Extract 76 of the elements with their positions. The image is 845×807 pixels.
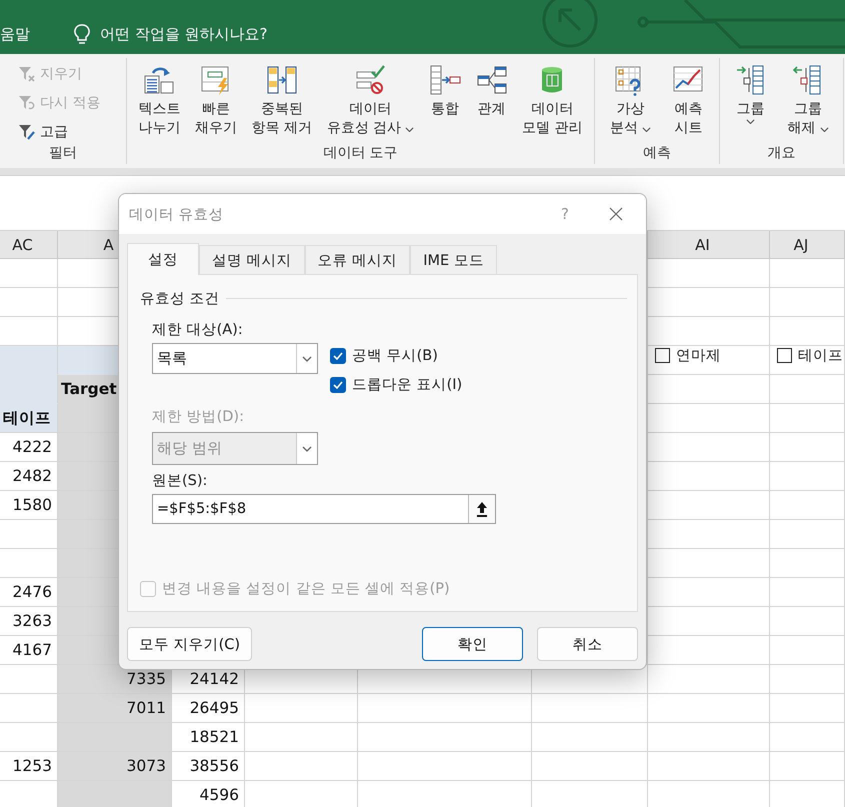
ribbon-button[interactable]: 가상 분석 (606, 60, 654, 138)
group-title: 유효성 조건 (140, 290, 220, 308)
group-label: 데이터 도구 (322, 144, 399, 163)
source-field[interactable]: =$F$5:$F$8 (152, 494, 496, 524)
ribbon-button[interactable]: 텍스트 나누기 (135, 60, 184, 138)
clear-filter-icon (18, 65, 36, 83)
cell-text: 24142 (190, 670, 239, 688)
dialog-title: 데이터 유효성 (129, 206, 225, 224)
cell-text: 3073 (126, 757, 166, 775)
ribbon-button[interactable]: 중복된 항목 제거 (248, 60, 316, 138)
chevron-icon (302, 446, 312, 452)
up-arrow-icon (476, 501, 488, 517)
cell-text: 1253 (12, 757, 52, 775)
field-label: 제한 방법(D): (152, 408, 245, 426)
group-rows-icon (734, 64, 766, 96)
chevron-icon (302, 356, 312, 362)
dialog-tab[interactable]: 오류 메시지 (304, 245, 410, 274)
close-icon (609, 207, 623, 221)
consolidate-icon (428, 64, 461, 96)
cell-text: 38556 (190, 757, 239, 775)
field-label: 제한 대상(A): (152, 321, 244, 339)
ribbon-button[interactable]: 예측 시트 (669, 60, 708, 138)
cell-text: 4222 (12, 438, 52, 456)
cell-text: 테이프 (3, 408, 51, 428)
dialog-tab[interactable]: IME 모드 (410, 245, 497, 274)
relationship-icon (476, 64, 508, 96)
allow-select[interactable]: 목록 (152, 343, 318, 374)
check-icon (333, 352, 343, 360)
advanced-filter-icon (18, 123, 36, 141)
check-icon (333, 380, 343, 388)
cell-text: 4596 (200, 786, 239, 804)
ribbon-button[interactable]: 통합 (426, 60, 464, 119)
ribbon-small-button[interactable]: 고급 (18, 120, 100, 144)
lightbulb-icon (74, 24, 90, 44)
table-cell (0, 259, 58, 288)
collapse-dialog-button[interactable] (468, 495, 495, 523)
checkbox[interactable]: 드롭다운 표시(I) (330, 370, 462, 399)
cell-text: 3263 (12, 612, 52, 630)
form-checkbox[interactable]: 연마제 (655, 346, 721, 365)
table-cell (0, 346, 58, 375)
checklist-icon (354, 64, 386, 96)
reapply-filter-icon (18, 94, 36, 112)
cell-text: 26495 (190, 699, 239, 717)
remove-duplicates-icon (266, 64, 298, 96)
dialog-tab[interactable]: 설명 메시지 (199, 245, 305, 274)
help-tab[interactable]: 움말 (0, 24, 30, 44)
cell-text: 7335 (126, 670, 166, 688)
dialog-tab[interactable]: 설정 (127, 243, 199, 275)
cancel-button[interactable]: 취소 (537, 627, 638, 661)
cell-text: 7011 (126, 699, 166, 717)
cell-text: 1580 (12, 496, 52, 514)
ribbon-button[interactable]: 관계 (472, 60, 511, 119)
ribbon-button[interactable]: 데이터 모델 관리 (519, 60, 586, 138)
cell-text: 18521 (190, 728, 239, 746)
group-label: 예측 (642, 144, 672, 163)
field-label: 원본(S): (152, 472, 208, 490)
ribbon-button[interactable]: 그룹 해제 (784, 60, 832, 138)
column-header[interactable]: AC (0, 231, 58, 259)
cell-text: 4167 (12, 641, 52, 659)
ribbon-button[interactable]: 빠른 채우기 (192, 60, 240, 138)
checkbox[interactable]: 공백 무시(B) (330, 341, 462, 370)
ribbon-button[interactable]: 데이터 유효성 검사 (324, 60, 418, 138)
tell-me-search[interactable]: 어떤 작업을 원하시나요? (100, 24, 268, 44)
ribbon-button[interactable]: 그룹 (732, 60, 770, 124)
table-cell (0, 317, 58, 346)
ok-button[interactable]: 확인 (422, 627, 523, 661)
column-header[interactable]: AI (648, 231, 770, 259)
table-cell (0, 288, 58, 317)
cell-text: 2476 (12, 583, 52, 601)
cell-text: 2482 (12, 467, 52, 485)
clear-all-button[interactable]: 모두 지우기(C) (127, 627, 252, 661)
group-label: 개요 (766, 144, 796, 163)
form-checkbox[interactable]: 테이프 (777, 346, 843, 365)
column-header[interactable]: AJ (770, 231, 845, 259)
cell-text: Target (61, 380, 117, 398)
group-label: 필터 (48, 144, 78, 163)
